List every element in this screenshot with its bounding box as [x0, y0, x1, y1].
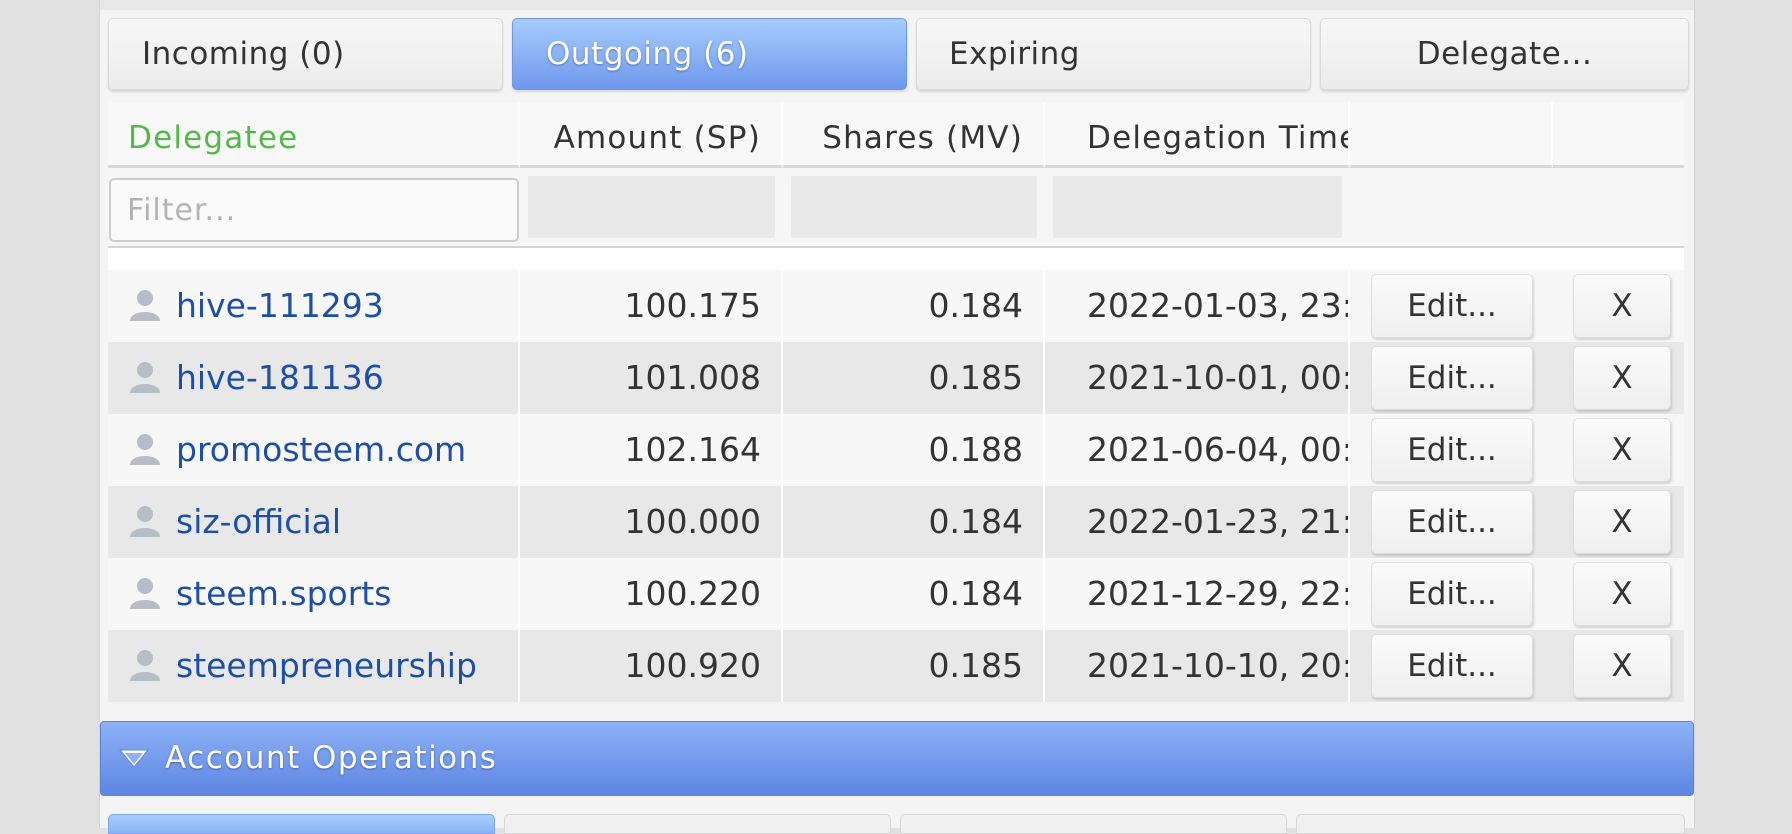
column-header-delegation-time[interactable]: Delegation Time — [1045, 102, 1350, 168]
column-header-remove — [1553, 102, 1684, 168]
delegate-button-label: Delegate... — [1416, 36, 1593, 72]
shares-cell: 0.184 — [783, 270, 1045, 342]
delegatee-link[interactable]: hive-111293 — [176, 286, 384, 325]
delegatee-link[interactable]: promosteem.com — [176, 430, 466, 469]
tab-outgoing[interactable]: Outgoing (6) — [512, 18, 907, 90]
table-row: promosteem.com 102.164 0.188 2021-06-04,… — [108, 414, 1684, 486]
table-row: steempreneurship 100.920 0.185 2021-10-1… — [108, 630, 1684, 702]
delegatee-cell: promosteem.com — [108, 414, 520, 486]
amount-cell: 100.920 — [520, 630, 783, 702]
account-operations-tab-4[interactable] — [1296, 814, 1685, 834]
shares-cell: 0.188 — [783, 414, 1045, 486]
tab-incoming[interactable]: Incoming (0) — [108, 18, 503, 90]
edit-delegation-button[interactable]: Edit... — [1371, 346, 1533, 410]
account-operations-title: Account Operations — [165, 740, 498, 776]
delegatee-link[interactable]: steem.sports — [176, 574, 391, 613]
tab-incoming-label: Incoming (0) — [142, 36, 345, 72]
delegatee-filter-input[interactable] — [109, 178, 519, 242]
delegatee-cell: hive-111293 — [108, 270, 520, 342]
delegation-time-cell: 2021-12-29, 22:16 — [1045, 558, 1350, 630]
amount-cell: 101.008 — [520, 342, 783, 414]
delegatee-link[interactable]: hive-181136 — [176, 358, 384, 397]
delegation-time-cell: 2022-01-03, 23:41 — [1045, 270, 1350, 342]
delegation-time-cell: 2021-06-04, 00:00 — [1045, 414, 1350, 486]
delegations-panel: Incoming (0) Outgoing (6) Expiring Deleg… — [99, 0, 1695, 834]
shares-cell: 0.185 — [783, 342, 1045, 414]
remove-delegation-button[interactable]: X — [1573, 634, 1671, 698]
edit-delegation-button[interactable]: Edit... — [1371, 418, 1533, 482]
table-row: hive-111293 100.175 0.184 2022-01-03, 23… — [108, 270, 1684, 342]
tab-expiring[interactable]: Expiring — [916, 18, 1311, 90]
edit-delegation-button[interactable]: Edit... — [1371, 274, 1533, 338]
amount-cell: 102.164 — [520, 414, 783, 486]
column-header-edit — [1350, 102, 1553, 168]
chevron-down-icon — [118, 749, 150, 768]
delegations-table: Delegatee Amount (SP) Shares (MV) Delega… — [108, 102, 1684, 702]
top-strip — [100, 0, 1694, 10]
delegatee-cell: siz-official — [108, 486, 520, 558]
filter-cell-amount — [520, 168, 783, 248]
amount-cell: 100.175 — [520, 270, 783, 342]
delegation-time-cell: 2021-10-01, 00:41 — [1045, 342, 1350, 414]
remove-delegation-button[interactable]: X — [1573, 346, 1671, 410]
delegation-time-cell: 2022-01-23, 21:37 — [1045, 486, 1350, 558]
edit-delegation-button[interactable]: Edit... — [1371, 490, 1533, 554]
account-operations-tab-1[interactable] — [108, 814, 495, 834]
delegatee-cell: hive-181136 — [108, 342, 520, 414]
table-row: hive-181136 101.008 0.185 2021-10-01, 00… — [108, 342, 1684, 414]
account-operations-tab-2[interactable] — [504, 814, 891, 834]
delegation-time-cell: 2021-10-10, 20:53 — [1045, 630, 1350, 702]
shares-cell: 0.185 — [783, 630, 1045, 702]
column-header-delegatee[interactable]: Delegatee — [108, 102, 520, 168]
delegate-button[interactable]: Delegate... — [1320, 18, 1689, 90]
remove-delegation-button[interactable]: X — [1573, 418, 1671, 482]
filter-cell-time — [1045, 168, 1350, 248]
account-operations-header[interactable]: Account Operations — [100, 721, 1694, 796]
table-row: siz-official 100.000 0.184 2022-01-23, 2… — [108, 486, 1684, 558]
remove-delegation-button[interactable]: X — [1573, 274, 1671, 338]
delegatee-cell: steempreneurship — [108, 630, 520, 702]
delegatee-link[interactable]: siz-official — [176, 502, 341, 541]
delegatee-cell: steem.sports — [108, 558, 520, 630]
edit-delegation-button[interactable]: Edit... — [1371, 634, 1533, 698]
amount-cell: 100.220 — [520, 558, 783, 630]
filter-cell-shares — [783, 168, 1045, 248]
edit-delegation-button[interactable]: Edit... — [1371, 562, 1533, 626]
filter-cell-remove — [1553, 168, 1684, 248]
account-operations-tab-3[interactable] — [900, 814, 1287, 834]
remove-delegation-button[interactable]: X — [1573, 562, 1671, 626]
amount-cell: 100.000 — [520, 486, 783, 558]
table-row: steem.sports 100.220 0.184 2021-12-29, 2… — [108, 558, 1684, 630]
tab-outgoing-label: Outgoing (6) — [546, 36, 749, 72]
shares-cell: 0.184 — [783, 486, 1045, 558]
column-header-amount[interactable]: Amount (SP) — [520, 102, 783, 168]
remove-delegation-button[interactable]: X — [1573, 490, 1671, 554]
filter-cell-edit — [1350, 168, 1553, 248]
delegatee-link[interactable]: steempreneurship — [176, 646, 477, 685]
tab-expiring-label: Expiring — [949, 36, 1080, 72]
shares-cell: 0.184 — [783, 558, 1045, 630]
column-header-shares[interactable]: Shares (MV) — [783, 102, 1045, 168]
